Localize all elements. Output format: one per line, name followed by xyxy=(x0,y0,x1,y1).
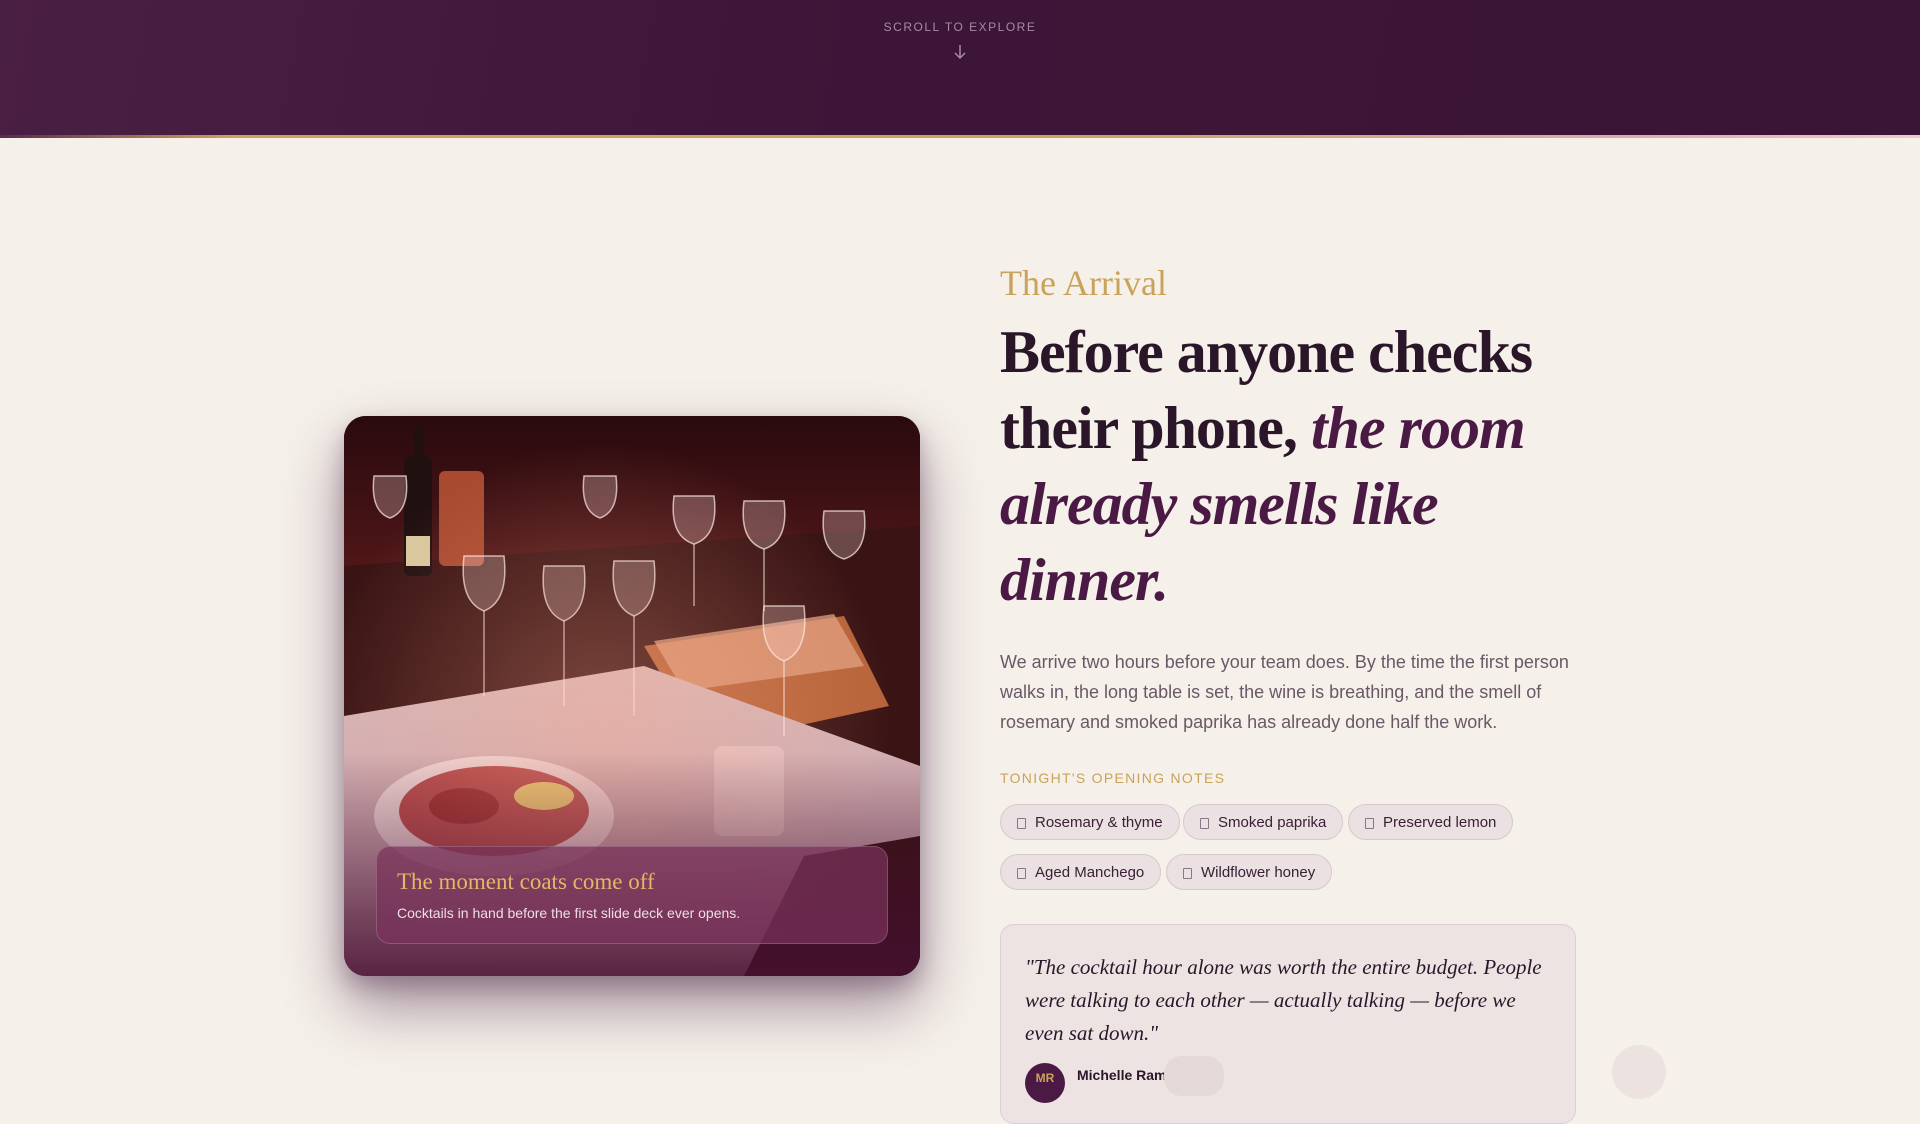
floating-pill xyxy=(1164,1056,1224,1096)
note-chip[interactable]: Smoked paprika xyxy=(1183,804,1344,840)
note-chip-label: Preserved lemon xyxy=(1383,814,1497,831)
note-icon xyxy=(1200,818,1209,829)
note-chip-label: Wildflower honey xyxy=(1201,864,1316,881)
accent-divider xyxy=(0,135,1920,138)
section-headline: Before anyone checks their phone, the ro… xyxy=(1000,314,1600,618)
scroll-hint[interactable]: SCROLL TO EXPLORE xyxy=(0,20,1920,34)
arrow-down-icon[interactable] xyxy=(953,44,967,60)
note-chip[interactable]: Preserved lemon xyxy=(1348,804,1514,840)
testimonial-card: "The cocktail hour alone was worth the e… xyxy=(1000,924,1576,1124)
note-chip-label: Rosemary & thyme xyxy=(1035,814,1163,831)
avatar: MR xyxy=(1025,1063,1065,1103)
note-chip[interactable]: Rosemary & thyme xyxy=(1000,804,1180,840)
caption-title: The moment coats come off xyxy=(397,869,655,894)
note-icon xyxy=(1017,818,1026,829)
event-photo-card: The moment coats come off Cocktails in h… xyxy=(344,416,920,976)
note-chip[interactable]: Wildflower honey xyxy=(1166,854,1333,890)
floating-action-button[interactable] xyxy=(1612,1045,1666,1099)
note-chip-label: Aged Manchego xyxy=(1035,864,1145,881)
note-icon xyxy=(1183,868,1192,879)
notes-label: TONIGHT'S OPENING NOTES xyxy=(1000,770,1226,786)
caption-subtitle: Cocktails in hand before the first slide… xyxy=(397,905,741,921)
note-chip-label: Smoked paprika xyxy=(1218,814,1327,831)
note-icon xyxy=(1365,818,1374,829)
section-body: We arrive two hours before your team doe… xyxy=(1000,652,1569,732)
section-eyebrow: The Arrival xyxy=(1000,263,1167,303)
note-chip[interactable]: Aged Manchego xyxy=(1000,854,1162,890)
note-icon xyxy=(1017,868,1026,879)
hero-band: SCROLL TO EXPLORE xyxy=(0,0,1920,138)
photo-caption: The moment coats come off Cocktails in h… xyxy=(376,846,888,944)
testimonial-quote: "The cocktail hour alone was worth the e… xyxy=(1025,955,1542,1045)
